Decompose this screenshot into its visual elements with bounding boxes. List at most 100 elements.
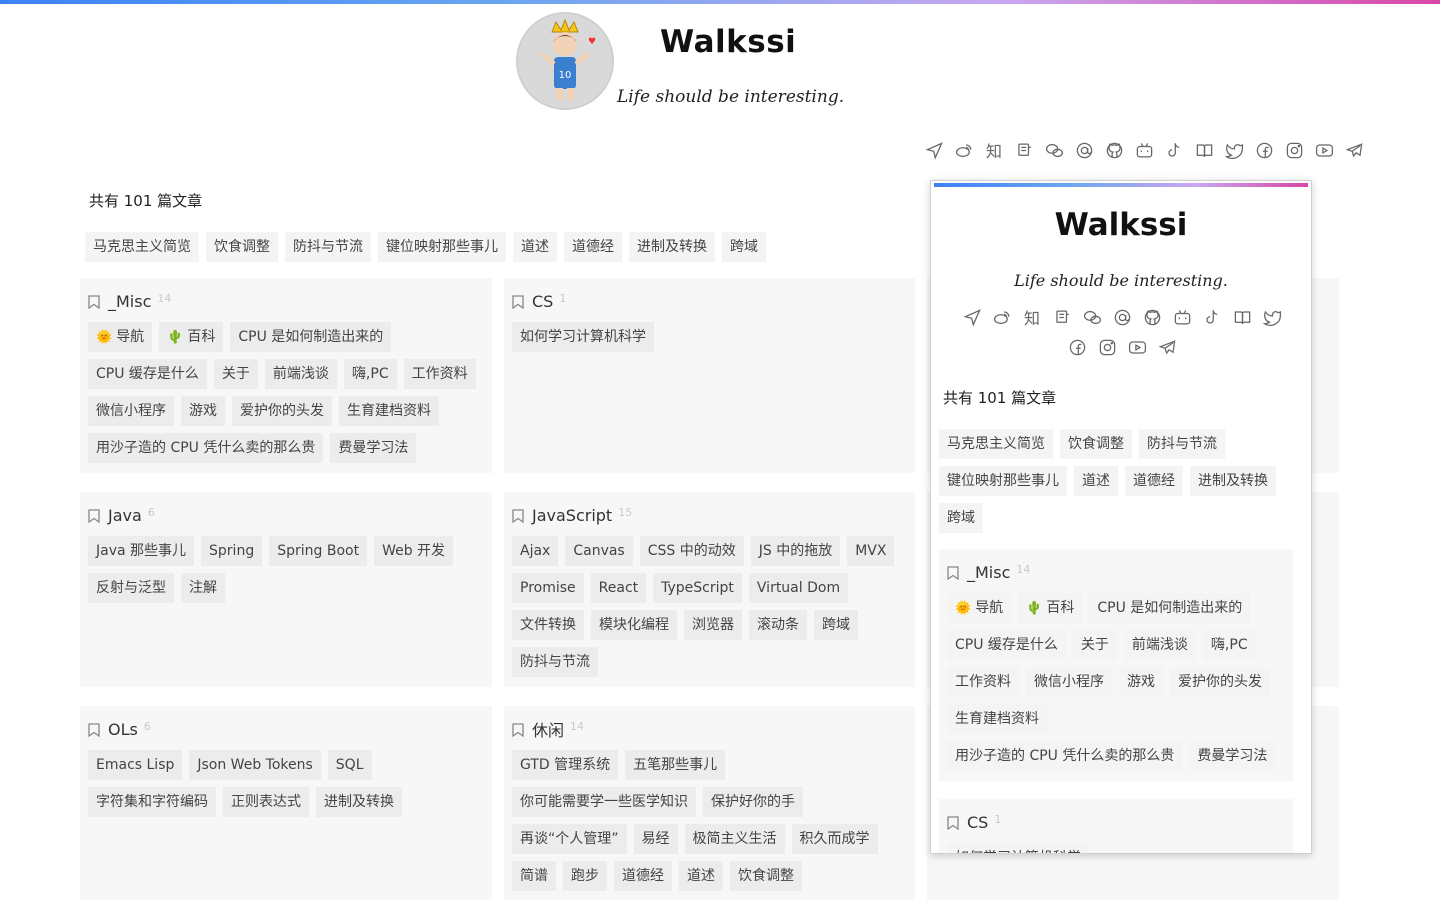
tag-link[interactable]: 简谱 [512, 861, 556, 891]
category-header[interactable]: 休闲 14 [512, 716, 907, 742]
category-header[interactable]: _Misc 14 [88, 288, 484, 314]
tag-link[interactable]: 道德经 [1125, 466, 1183, 496]
tag-link[interactable]: 工作资料 [403, 359, 476, 389]
tag-link[interactable]: 🌞 导航 [88, 322, 153, 352]
tag-link[interactable]: 进制及转换 [316, 787, 402, 817]
zhihu-icon[interactable]: 知 [1018, 303, 1046, 331]
category-title[interactable]: CS [532, 292, 553, 311]
tag-link[interactable]: 键位映射那些事儿 [939, 466, 1067, 496]
tiktok-icon[interactable] [1160, 136, 1188, 164]
tag-link[interactable]: 游戏 [1119, 667, 1163, 697]
douban-icon[interactable] [1048, 303, 1076, 331]
email-icon[interactable] [1070, 136, 1098, 164]
tag-link[interactable]: SQL [327, 750, 372, 780]
tag-link[interactable]: Spring [201, 536, 263, 566]
tag-link[interactable]: 跨域 [722, 232, 766, 262]
tag-link[interactable]: Promise [512, 573, 584, 603]
tag-link[interactable]: 再谈“个人管理” [512, 824, 627, 854]
tag-link[interactable]: 饮食调整 [206, 232, 278, 262]
category-title[interactable]: Java [108, 506, 142, 525]
tag-link[interactable]: Ajax [512, 536, 559, 566]
tag-link[interactable]: 游戏 [181, 396, 225, 426]
tag-link[interactable]: 正则表达式 [223, 787, 309, 817]
tag-link[interactable]: 文件转换 [512, 610, 584, 640]
tag-link[interactable]: 道述 [679, 861, 723, 891]
tag-link[interactable]: 嗨,PC [343, 359, 397, 389]
zhihu-icon[interactable]: 知 [980, 136, 1008, 164]
book-icon[interactable] [1228, 303, 1256, 331]
facebook-icon[interactable] [1063, 333, 1091, 361]
weibo-icon[interactable] [988, 303, 1016, 331]
tag-link[interactable]: CPU 缓存是什么 [88, 359, 207, 389]
bilibili-icon[interactable] [1130, 136, 1158, 164]
tag-link[interactable]: 用沙子造的 CPU 凭什么卖的那么贵 [88, 433, 324, 463]
tag-link[interactable]: 饮食调整 [730, 861, 802, 891]
tag-link[interactable]: 🌵 百科 [159, 322, 224, 352]
tag-link[interactable]: 五笔那些事儿 [625, 750, 726, 780]
wechat-icon[interactable] [1078, 303, 1106, 331]
tag-link[interactable]: 道德经 [614, 861, 672, 891]
tag-link[interactable]: 积久而成学 [791, 824, 878, 854]
tag-link[interactable]: CSS 中的动效 [639, 536, 744, 566]
tag-link[interactable]: 保护好你的手 [703, 787, 803, 817]
tag-link[interactable]: 🌵 百科 [1018, 593, 1083, 623]
tag-link[interactable]: 进制及转换 [1190, 466, 1276, 496]
tag-link[interactable]: 字符集和字符编码 [88, 787, 216, 817]
tag-link[interactable]: 关于 [1072, 630, 1117, 660]
tag-link[interactable]: React [590, 573, 647, 603]
category-header[interactable]: CS 1 [512, 288, 907, 314]
tag-link[interactable]: 费曼学习法 [330, 433, 417, 463]
tag-link[interactable]: Web 开发 [374, 536, 454, 566]
category-header[interactable]: OLs 6 [88, 716, 484, 742]
tag-link[interactable]: 如何学习计算机科学 [512, 322, 654, 352]
tag-link[interactable]: 生育建档资料 [339, 396, 439, 426]
tag-link[interactable]: 马克思主义简览 [939, 429, 1053, 459]
tag-link[interactable]: 关于 [213, 359, 258, 389]
tag-link[interactable]: CPU 缓存是什么 [947, 630, 1066, 660]
douban-icon[interactable] [1010, 136, 1038, 164]
tag-link[interactable]: Java 那些事儿 [88, 536, 195, 566]
tag-link[interactable]: 跨域 [939, 503, 983, 533]
category-title[interactable]: _Misc [967, 563, 1010, 582]
tag-link[interactable]: 微信小程序 [88, 396, 174, 426]
tag-link[interactable]: 马克思主义简览 [85, 232, 199, 262]
telegram-icon[interactable] [1153, 333, 1181, 361]
tag-link[interactable]: 如何学习计算机科学 [947, 843, 1089, 853]
category-header[interactable]: CS 1 [947, 809, 1285, 835]
tag-link[interactable]: 进制及转换 [629, 232, 715, 262]
send-icon[interactable] [920, 136, 948, 164]
tag-link[interactable]: 饮食调整 [1060, 429, 1132, 459]
twitter-icon[interactable] [1258, 303, 1286, 331]
weibo-icon[interactable] [950, 136, 978, 164]
tag-link[interactable]: Spring Boot [269, 536, 368, 566]
tag-link[interactable]: 浏览器 [684, 610, 742, 640]
tag-link[interactable]: Emacs Lisp [88, 750, 183, 780]
instagram-icon[interactable] [1280, 136, 1308, 164]
instagram-icon[interactable] [1093, 333, 1121, 361]
tag-link[interactable]: CPU 是如何制造出来的 [1089, 593, 1251, 623]
tag-link[interactable]: 易经 [633, 824, 678, 854]
tag-link[interactable]: 滚动条 [749, 610, 807, 640]
tag-link[interactable]: 爱护你的头发 [1170, 667, 1270, 697]
tag-link[interactable]: 防抖与节流 [512, 647, 598, 677]
book-icon[interactable] [1190, 136, 1218, 164]
category-title[interactable]: OLs [108, 720, 138, 739]
tag-link[interactable]: 嗨,PC [1202, 630, 1256, 660]
tag-link[interactable]: JS 中的拖放 [750, 536, 841, 566]
tag-link[interactable]: 爱护你的头发 [232, 396, 332, 426]
tag-link[interactable]: 你可能需要学一些医学知识 [512, 787, 696, 817]
twitter-icon[interactable] [1220, 136, 1248, 164]
category-title[interactable]: CS [967, 813, 988, 832]
tag-link[interactable]: 前端浅谈 [264, 359, 337, 389]
tag-link[interactable]: CPU 是如何制造出来的 [230, 322, 392, 352]
github-icon[interactable] [1100, 136, 1128, 164]
tag-link[interactable]: 微信小程序 [1026, 667, 1112, 697]
email-icon[interactable] [1108, 303, 1136, 331]
category-header[interactable]: _Misc 14 [947, 559, 1285, 585]
tag-link[interactable]: 生育建档资料 [947, 704, 1047, 734]
tag-link[interactable]: Virtual Dom [748, 573, 849, 603]
wechat-icon[interactable] [1040, 136, 1068, 164]
tag-link[interactable]: 跑步 [563, 861, 607, 891]
youtube-icon[interactable] [1123, 333, 1151, 361]
tag-link[interactable]: 跨域 [814, 610, 858, 640]
